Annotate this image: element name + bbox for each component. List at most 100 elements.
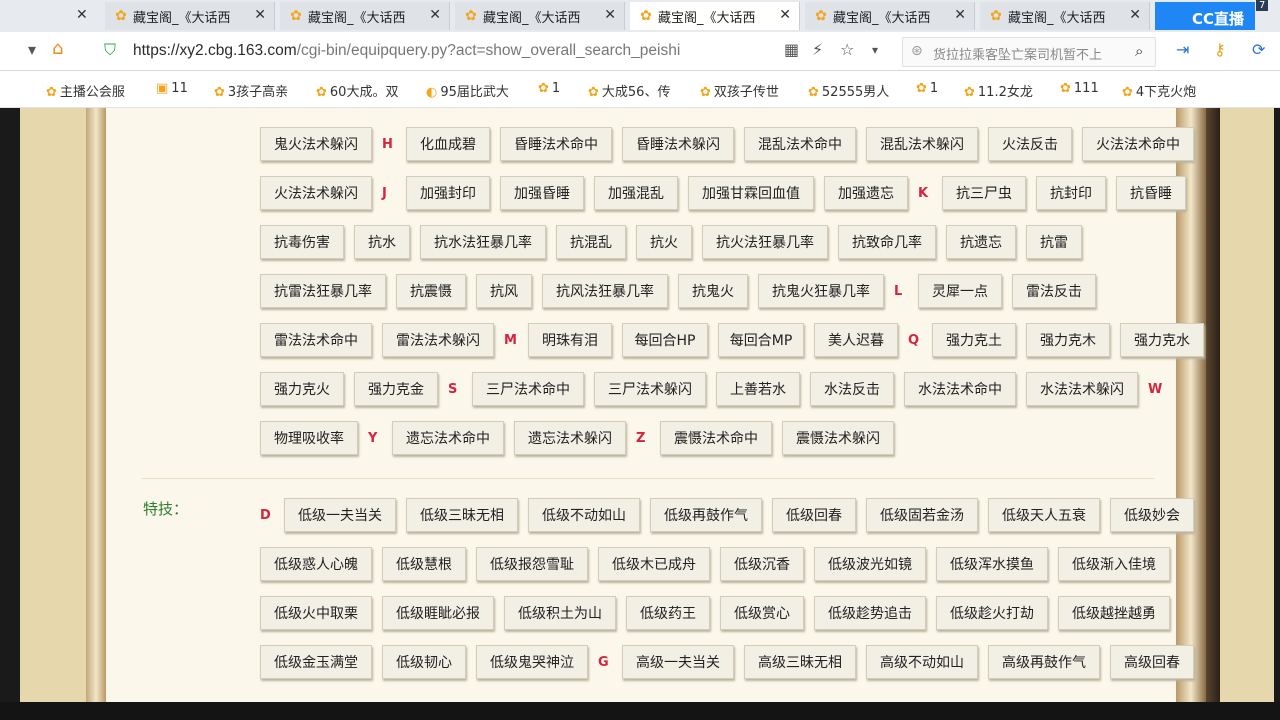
filter-option-button[interactable]: 抗水 (354, 225, 410, 259)
bookmark-item[interactable]: ✿ 双孩子传世 (700, 81, 779, 100)
filter-option-button[interactable]: 强力克水 (1120, 323, 1204, 357)
filter-option-button[interactable]: 火法反击 (988, 127, 1072, 161)
filter-option-button[interactable]: 低级固若金汤 (866, 498, 978, 532)
filter-option-button[interactable]: 低级渐入佳境 (1058, 547, 1170, 581)
filter-option-button[interactable]: 水法反击 (810, 372, 894, 406)
filter-option-button[interactable]: 雷法法术躲闪 (382, 323, 494, 357)
filter-option-button[interactable]: 低级回春 (772, 498, 856, 532)
filter-option-button[interactable]: 灵犀一点 (918, 274, 1002, 308)
bookmark-item[interactable]: ✿ 大成56、传 (588, 81, 670, 100)
filter-option-button[interactable]: 抗鬼火 (678, 274, 748, 308)
star-icon[interactable]: ☆ (840, 40, 854, 59)
chevron-down-icon[interactable]: ▾ (28, 40, 36, 59)
filter-option-button[interactable]: 低级妙会 (1110, 498, 1194, 532)
filter-option-button[interactable]: 抗火法狂暴几率 (702, 225, 828, 259)
filter-option-button[interactable]: 三尸法术命中 (472, 372, 584, 406)
filter-option-button[interactable]: 低级金玉满堂 (260, 645, 372, 679)
filter-option-button[interactable]: 高级回春 (1110, 645, 1194, 679)
bookmark-item[interactable]: ◐ 95届比武大 (426, 81, 509, 100)
filter-option-button[interactable]: 昏睡法术命中 (500, 127, 612, 161)
filter-option-button[interactable]: 混乱法术躲闪 (866, 127, 978, 161)
filter-option-button[interactable]: 抗遗忘 (946, 225, 1016, 259)
filter-option-button[interactable]: 抗三尸虫 (942, 176, 1026, 210)
filter-option-button[interactable]: 雷法法术命中 (260, 323, 372, 357)
browser-tab[interactable]: ✿ 藏宝阁_《大话西 ✕ (280, 2, 450, 30)
filter-option-button[interactable]: 加强遗忘 (824, 176, 908, 210)
bookmark-item[interactable]: ✿ 60大成。双 (316, 81, 398, 100)
filter-option-button[interactable]: 高级不动如山 (866, 645, 978, 679)
filter-option-button[interactable]: 美人迟暮 (814, 323, 898, 357)
filter-option-button[interactable]: 低级浑水摸鱼 (936, 547, 1048, 581)
filter-option-button[interactable]: 低级趁火打劫 (936, 596, 1048, 630)
filter-option-button[interactable]: 低级一夫当关 (284, 498, 396, 532)
close-icon[interactable]: ✕ (429, 7, 441, 23)
filter-option-button[interactable]: 强力克金 (354, 372, 438, 406)
filter-option-button[interactable]: 低级波光如镜 (814, 547, 926, 581)
filter-option-button[interactable]: 高级再鼓作气 (988, 645, 1100, 679)
filter-option-button[interactable]: 低级惑人心魄 (260, 547, 372, 581)
close-icon[interactable]: ✕ (604, 7, 616, 23)
translate-icon[interactable]: ⟳ (1252, 40, 1265, 59)
filter-option-button[interactable]: 每回合MP (718, 323, 804, 357)
filter-option-button[interactable]: 加强甘霖回血值 (688, 176, 814, 210)
filter-option-button[interactable]: 抗火 (636, 225, 692, 259)
filter-option-button[interactable]: 加强昏睡 (500, 176, 584, 210)
filter-option-button[interactable]: 明珠有泪 (528, 323, 612, 357)
filter-option-button[interactable]: 抗混乱 (556, 225, 626, 259)
filter-option-button[interactable]: 抗雷 (1026, 225, 1082, 259)
browser-tab[interactable]: ✿ 藏宝阁_《大话西 ✕ (105, 2, 275, 30)
filter-option-button[interactable]: 火法法术命中 (1082, 127, 1194, 161)
bookmark-item[interactable]: ✿ 1 (916, 81, 938, 96)
filter-option-button[interactable]: 抗昏睡 (1116, 176, 1186, 210)
bookmark-item[interactable]: ▣ 11 (156, 81, 188, 96)
filter-option-button[interactable]: 化血成碧 (406, 127, 490, 161)
filter-option-button[interactable]: 每回合HP (622, 323, 708, 357)
filter-option-button[interactable]: 抗风 (476, 274, 532, 308)
filter-option-button[interactable]: 抗封印 (1036, 176, 1106, 210)
filter-option-button[interactable]: 抗震慑 (396, 274, 466, 308)
filter-option-button[interactable]: 鬼火法术躲闪 (260, 127, 372, 161)
login-icon[interactable]: ⇥ (1176, 40, 1189, 59)
close-icon[interactable]: ✕ (76, 7, 88, 23)
filter-option-button[interactable]: 低级沉香 (720, 547, 804, 581)
close-icon[interactable]: ✕ (254, 7, 266, 23)
cc-live-badge[interactable]: CC直播 (1192, 8, 1244, 29)
filter-option-button[interactable]: 低级三昧无相 (406, 498, 518, 532)
filter-option-button[interactable]: 低级赏心 (720, 596, 804, 630)
url-field[interactable]: https://xy2.cbg.163.com/cgi-bin/equipque… (133, 42, 680, 60)
close-icon[interactable]: ✕ (1129, 7, 1141, 23)
filter-option-button[interactable]: 高级三昧无相 (744, 645, 856, 679)
filter-option-button[interactable]: 强力克土 (932, 323, 1016, 357)
browser-tab[interactable]: ✿ 藏宝阁_《大话西 ✕ (455, 2, 625, 30)
shield-icon[interactable]: ⛉ (104, 40, 116, 60)
filter-option-button[interactable]: 加强封印 (406, 176, 490, 210)
filter-option-button[interactable]: 低级天人五衰 (988, 498, 1100, 532)
browser-tab[interactable]: ✿ 藏宝阁_《大话西 ✕ (630, 2, 800, 30)
filter-option-button[interactable]: 物理吸收率 (260, 421, 358, 455)
bookmark-item[interactable]: ✿ 3孩子高亲 (214, 81, 288, 100)
key-icon[interactable]: ⚷ (1214, 40, 1226, 59)
filter-option-button[interactable]: 抗雷法狂暴几率 (260, 274, 386, 308)
filter-option-button[interactable]: 低级报怨雪耻 (476, 547, 588, 581)
filter-option-button[interactable]: 低级韧心 (382, 645, 466, 679)
filter-option-button[interactable]: 抗风法狂暴几率 (542, 274, 668, 308)
filter-option-button[interactable]: 抗鬼火狂暴几率 (758, 274, 884, 308)
bookmark-item[interactable]: ✿ 52555男人 (808, 81, 889, 100)
filter-option-button[interactable]: 低级药王 (626, 596, 710, 630)
filter-option-button[interactable]: 震慑法术命中 (660, 421, 772, 455)
chevron-down-icon[interactable]: ▾ (872, 43, 878, 57)
filter-option-button[interactable]: 低级再鼓作气 (650, 498, 762, 532)
bookmark-item[interactable]: ✿ 11.2女龙 (964, 81, 1033, 100)
filter-option-button[interactable]: 低级趁势追击 (814, 596, 926, 630)
filter-option-button[interactable]: 抗毒伤害 (260, 225, 344, 259)
filter-option-button[interactable]: 遗忘法术命中 (392, 421, 504, 455)
close-icon[interactable]: ✕ (954, 7, 966, 23)
filter-option-button[interactable]: 低级积土为山 (504, 596, 616, 630)
browser-tab[interactable]: ✿ 藏宝阁_《大话西 ✕ (980, 2, 1150, 30)
filter-option-button[interactable]: 低级鬼哭神泣 (476, 645, 588, 679)
filter-option-button[interactable]: 低级火中取栗 (260, 596, 372, 630)
filter-option-button[interactable]: 强力克木 (1026, 323, 1110, 357)
filter-option-button[interactable]: 火法法术躲闪 (260, 176, 372, 210)
close-icon[interactable]: ✕ (779, 7, 791, 23)
lightning-icon[interactable]: ⚡ (812, 40, 823, 59)
